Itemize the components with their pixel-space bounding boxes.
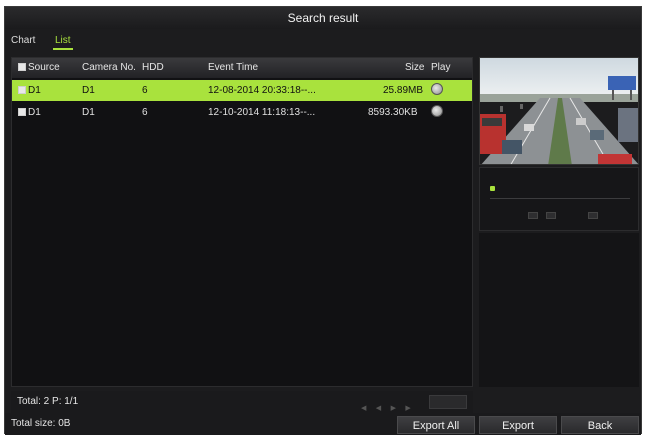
header-hdd: HDD: [142, 62, 164, 73]
row-source-label: D1: [28, 85, 41, 96]
row-source: D1: [18, 80, 41, 101]
table-row[interactable]: D1 D1 6 12-10-2014 11:18:13--... 8593.30…: [12, 102, 472, 123]
row-camera: D1: [82, 85, 95, 96]
play-circle-icon[interactable]: [431, 105, 443, 118]
prev-page-icon[interactable]: ◀: [376, 405, 384, 413]
window-title: Search result: [5, 7, 641, 29]
status-indicator-icon: [490, 186, 495, 191]
export-button[interactable]: Export: [479, 416, 557, 434]
export-all-button[interactable]: Export All: [397, 416, 475, 434]
next-page-icon[interactable]: ▶: [391, 405, 399, 413]
tab-list[interactable]: List: [53, 33, 73, 50]
row-event-time: 12-10-2014 11:18:13--...: [208, 107, 316, 118]
header-source-label: Source: [28, 62, 60, 73]
header-source: Source: [18, 58, 60, 78]
footer-bar: Total size: 0B Export All Export Back: [5, 413, 641, 435]
row-hdd: 6: [142, 107, 148, 118]
row-hdd: 6: [142, 85, 148, 96]
row-size: 8593.30KB: [368, 107, 418, 118]
last-page-icon[interactable]: ▶: [405, 405, 413, 413]
header-event-time: Event Time: [208, 62, 259, 73]
row-camera: D1: [82, 107, 95, 118]
row-checkbox-icon[interactable]: [18, 86, 26, 95]
total-count: Total: 2 P: 1/1: [17, 396, 79, 407]
total-size: Total size: 0B: [11, 418, 71, 429]
highway-preview-image: [480, 58, 638, 164]
view-tabs: Chart List: [5, 29, 641, 53]
header-camera: Camera No.: [82, 62, 136, 73]
tab-chart[interactable]: Chart: [9, 33, 37, 48]
table-row[interactable]: D1 D1 6 12-08-2014 20:33:18--... 25.89MB: [12, 80, 472, 101]
row-source: D1: [18, 102, 41, 123]
row-event-time: 12-08-2014 20:33:18--...: [208, 85, 316, 96]
play-icon[interactable]: [546, 212, 556, 219]
side-panel: [479, 233, 639, 387]
playback-control-panel: [479, 167, 639, 231]
page-jump-input[interactable]: [429, 395, 467, 409]
playback-progress-bar[interactable]: [490, 198, 630, 199]
back-button[interactable]: Back: [561, 416, 639, 434]
select-all-checkbox-icon[interactable]: [18, 63, 26, 72]
results-table: Source Camera No. HDD Event Time Size Pl…: [11, 57, 473, 387]
video-preview[interactable]: [479, 57, 639, 165]
table-header: Source Camera No. HDD Event Time Size Pl…: [12, 58, 472, 78]
row-source-label: D1: [28, 107, 41, 118]
stop-icon[interactable]: [528, 212, 538, 219]
row-play: [428, 102, 443, 123]
row-size: 25.89MB: [383, 85, 424, 96]
header-size: Size: [405, 62, 425, 73]
row-checkbox-icon[interactable]: [18, 108, 26, 117]
pager-bar: Total: 2 P: 1/1 ◀ ◀ ▶ ▶: [11, 391, 473, 413]
next-icon[interactable]: [588, 212, 598, 219]
play-circle-icon[interactable]: [431, 83, 443, 96]
search-result-window: Search result Chart List Source Camera N…: [4, 6, 642, 435]
header-play: Play: [431, 62, 451, 73]
first-page-icon[interactable]: ◀: [361, 405, 369, 413]
page-nav: ◀ ◀ ▶ ▶: [361, 397, 417, 412]
row-play: [428, 80, 443, 101]
